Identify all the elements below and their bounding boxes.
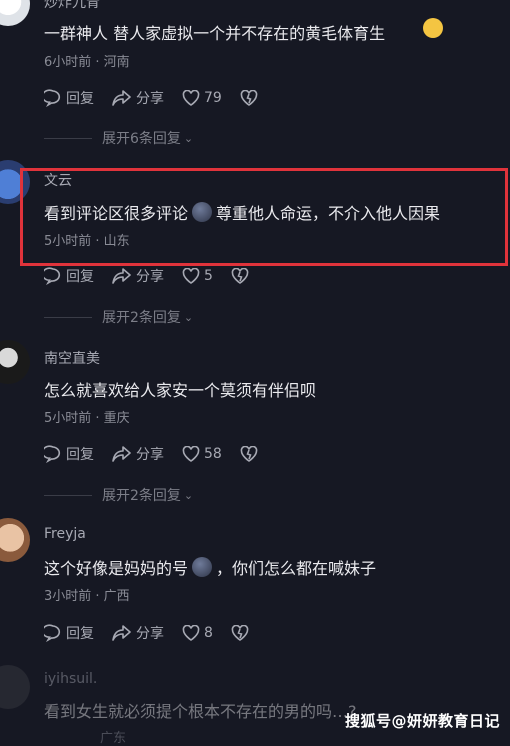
emoji-icon: [192, 557, 213, 577]
comment-username[interactable]: iyihsuil.: [44, 671, 97, 687]
broken-heart-icon: [231, 625, 249, 641]
avatar[interactable]: [0, 518, 30, 562]
comment-text: 看到女生就必须提个根本不存在的男的吗…?: [44, 702, 357, 721]
share-button[interactable]: 分享: [112, 266, 164, 286]
divider: [44, 137, 92, 139]
dislike-button[interactable]: [231, 625, 253, 641]
comment-text: 一群神人 替人家虚拟一个并不存在的黄毛体育生: [44, 24, 386, 43]
comment-text-part: 这个好像是妈妈的号: [44, 559, 189, 578]
expand-replies[interactable]: 展开6条回复 ⌄: [44, 128, 193, 148]
comment-meta: 广东: [100, 731, 127, 746]
like-count: 79: [204, 90, 222, 106]
share-label: 分享: [136, 626, 164, 642]
share-button[interactable]: 分享: [112, 88, 164, 108]
comment-text: 这个好像是妈妈的号 ，你们怎么都在喊妹子: [44, 555, 376, 579]
expand-label: 展开6条回复: [102, 131, 181, 147]
comment-actions: 回复 分享 79: [44, 88, 280, 108]
watermark: 搜狐号@妍妍教育日记: [344, 712, 500, 730]
comment-text-part: ，你们怎么都在喊妹子: [216, 559, 377, 578]
share-label: 分享: [136, 91, 164, 107]
expand-replies[interactable]: 展开2条回复 ⌄: [44, 307, 193, 327]
like-button[interactable]: 58: [182, 446, 222, 462]
comment-actions: 回复 分享 58: [44, 444, 280, 464]
share-label: 分享: [136, 447, 164, 463]
like-button[interactable]: 8: [182, 625, 213, 641]
dislike-button[interactable]: [240, 90, 262, 106]
share-button[interactable]: 分享: [112, 623, 164, 643]
expand-replies[interactable]: 展开2条回复 ⌄: [44, 485, 193, 505]
comment-username[interactable]: 南空直美: [44, 348, 100, 368]
comment-meta: 5小时前 · 重庆: [44, 411, 130, 426]
share-button[interactable]: 分享: [112, 444, 164, 464]
broken-heart-icon: [240, 90, 258, 106]
chevron-down-icon: ⌄: [183, 488, 194, 502]
comment-text: 怎么就喜欢给人家安一个莫须有伴侣呗: [44, 381, 317, 400]
reply-label: 回复: [66, 269, 94, 285]
broken-heart-icon: [240, 446, 258, 462]
share-label: 分享: [136, 269, 164, 285]
divider: [44, 494, 92, 496]
avatar[interactable]: [0, 0, 30, 26]
share-icon: [112, 446, 131, 462]
dislike-button[interactable]: [231, 268, 253, 284]
laughing-emoji-icon: [423, 18, 443, 38]
dislike-button[interactable]: [240, 446, 262, 462]
like-count: 5: [204, 268, 213, 284]
heart-icon: [182, 446, 200, 462]
like-count: 8: [204, 625, 213, 641]
like-button[interactable]: 79: [182, 90, 222, 106]
reply-button[interactable]: 回复: [44, 444, 94, 464]
comment-username[interactable]: 炒炸九青: [44, 0, 100, 12]
heart-icon: [182, 90, 200, 106]
share-icon: [112, 268, 131, 284]
divider: [44, 316, 92, 318]
chevron-down-icon: ⌄: [183, 131, 194, 145]
comment-actions: 回复 分享 8: [44, 623, 271, 643]
reply-icon: [44, 267, 61, 285]
highlight-box: [20, 168, 508, 266]
avatar[interactable]: [0, 665, 30, 709]
reply-icon: [44, 445, 61, 463]
reply-label: 回复: [66, 447, 94, 463]
comment-username[interactable]: Freyja: [44, 526, 86, 542]
reply-button[interactable]: 回复: [44, 88, 94, 108]
broken-heart-icon: [231, 268, 249, 284]
expand-label: 展开2条回复: [102, 488, 181, 504]
like-count: 58: [204, 446, 222, 462]
reply-label: 回复: [66, 91, 94, 107]
reply-label: 回复: [66, 626, 94, 642]
reply-button[interactable]: 回复: [44, 623, 94, 643]
heart-icon: [182, 625, 200, 641]
comment-actions: 回复 分享 5: [44, 266, 271, 286]
heart-icon: [182, 268, 200, 284]
chevron-down-icon: ⌄: [183, 310, 194, 324]
expand-label: 展开2条回复: [102, 310, 181, 326]
reply-icon: [44, 624, 61, 642]
reply-icon: [44, 89, 61, 107]
comment-meta: 3小时前 · 广西: [44, 589, 130, 604]
reply-button[interactable]: 回复: [44, 266, 94, 286]
share-icon: [112, 90, 131, 106]
share-icon: [112, 625, 131, 641]
comment-meta: 6小时前 · 河南: [44, 55, 130, 70]
avatar[interactable]: [0, 340, 30, 384]
like-button[interactable]: 5: [182, 268, 213, 284]
